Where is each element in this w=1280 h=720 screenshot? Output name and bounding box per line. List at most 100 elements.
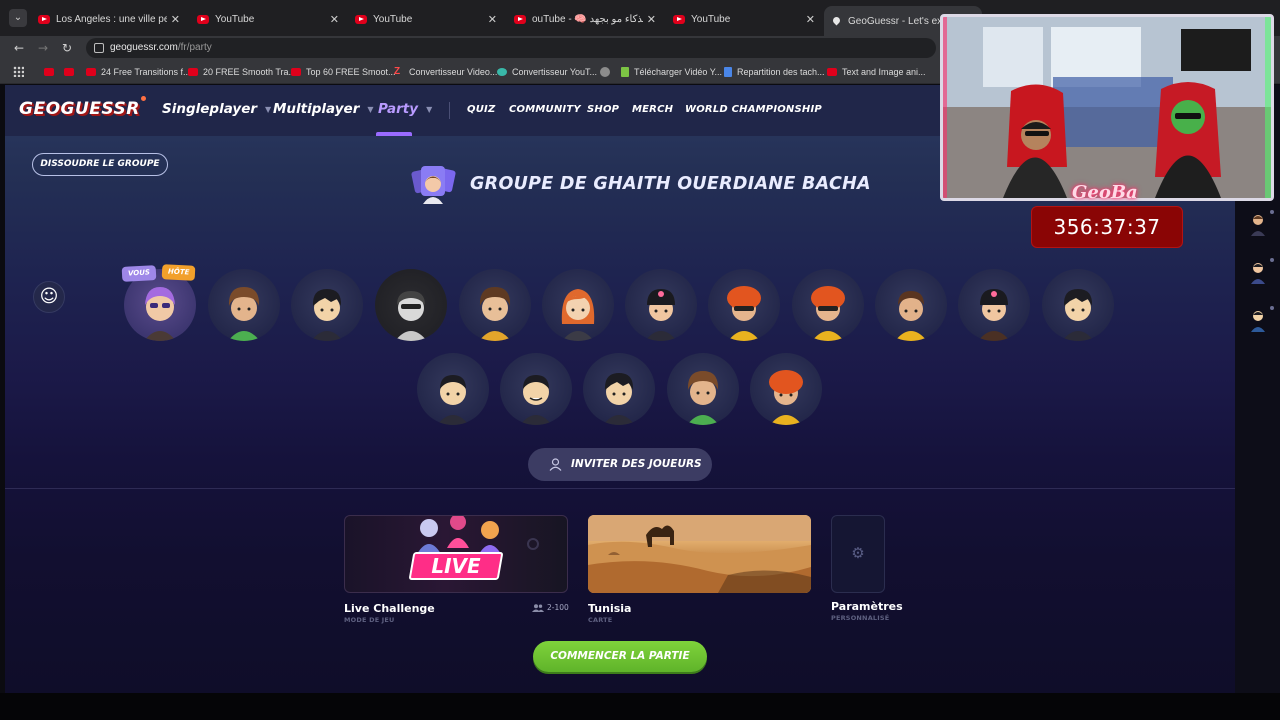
stream-timer: 356:37:37 [1031,206,1183,248]
back-arrow-icon[interactable]: ← [10,39,28,57]
nav-quiz[interactable]: QUIZ [467,104,495,115]
avatar-brown-hair-yellow-shirt [479,287,511,341]
player-avatar[interactable] [291,269,363,341]
youtube-icon [188,68,198,76]
player-avatar[interactable] [750,353,822,425]
invite-players-button[interactable]: INVITER DES JOUEURS [528,448,712,481]
bookmark-globe[interactable] [600,65,615,79]
webcam-feed-image [943,17,1271,198]
reload-icon[interactable]: ↻ [58,39,76,57]
player-avatar[interactable] [958,269,1030,341]
browser-tab[interactable]: YouTube ✕ [189,6,347,32]
geoguessr-pin-icon [832,17,842,26]
player-avatar[interactable] [500,353,572,425]
geoguessr-logo[interactable]: GEOGUESSR [19,96,146,119]
tab-search-chevron-icon[interactable]: ⌄ [9,9,27,27]
bookmark-item[interactable]: Top 60 FREE Smoot... [291,65,396,79]
mini-avatar[interactable] [1248,308,1268,332]
nav-shop[interactable]: SHOP [587,104,619,115]
map-title: Tunisia [588,602,632,615]
browser-tab[interactable]: YouTube ✕ [665,6,823,32]
nav-world-championship[interactable]: WORLD CHAMPIONSHIP [685,104,822,115]
map-card[interactable] [588,515,811,593]
user-add-icon [549,458,562,471]
close-icon[interactable]: ✕ [330,13,339,26]
youtube-icon [86,68,96,76]
close-icon[interactable]: ✕ [171,13,180,26]
mini-avatar[interactable] [1248,212,1268,236]
close-icon[interactable]: ✕ [488,13,497,26]
game-mode-subtitle: MODE DE JEU [344,616,395,624]
bookmark-label: Télécharger Vidéo Y... [634,67,723,77]
live-badge-text: LIVE [431,554,481,578]
avatar-black-hair-dark-shirt [1062,289,1094,341]
player-avatar[interactable] [375,269,447,341]
bottom-black-bar [0,693,1280,720]
nav-merch[interactable]: MERCH [632,104,673,115]
player-avatar[interactable] [792,269,864,341]
player-avatar[interactable] [208,269,280,341]
player-avatar[interactable] [417,353,489,425]
nav-party[interactable]: Party ▼ [378,101,432,117]
avatar-black-hair-dark-shirt [603,373,635,425]
player-avatar[interactable] [875,269,947,341]
bookmark-label: Convertisseur Video... [409,67,498,77]
game-mode-card[interactable]: LIVE [344,515,568,593]
url-host: geoguessr.com [110,42,178,53]
player-avatar[interactable] [667,353,739,425]
chevron-down-icon: ▼ [265,104,272,114]
settings-card[interactable]: ⚙ [831,515,885,593]
bookmark-item[interactable]: 20 FREE Smooth Tra... [188,65,296,79]
bookmark-label: Convertisseur YouT... [512,67,598,77]
logo-text: GEOGUESSR [19,99,140,119]
url-field[interactable]: geoguessr.com/fr/party [86,38,936,58]
bookmark-item[interactable]: Text and Image ani... [827,65,926,79]
nav-singleplayer[interactable]: Singleplayer ▼ [162,101,271,117]
player-avatar[interactable] [542,269,614,341]
apps-grid-icon[interactable] [13,66,24,77]
avatar-grey-sunglasses [395,291,427,341]
avatar-curly-brown-green-shirt [228,287,260,341]
tab-title: YouTube [373,13,413,25]
nav-community[interactable]: COMMUNITY [509,104,581,115]
start-game-button[interactable]: COMMENCER LA PARTIE [533,641,707,672]
bookmark-item[interactable]: Z Convertisseur Video... [394,65,497,79]
converter-icon [497,68,507,76]
browser-tab[interactable]: ouTube - 🧠 اعمل بذكاء مو بجهد ✕ [506,6,664,32]
player-avatar[interactable] [1042,269,1114,341]
dissolve-group-button[interactable]: DISSOUDRE LE GROUPE [32,153,168,176]
logo-dot [140,96,146,101]
forward-arrow-icon[interactable]: → [34,39,52,57]
bookmark-label: Text and Image ani... [842,67,926,77]
nav-multiplayer[interactable]: Multiplayer ▼ [273,101,374,117]
active-tab-indicator [376,132,412,136]
bookmark-item[interactable]: Repartition des tach... [724,65,825,79]
player-avatar[interactable] [459,269,531,341]
bookmark-item[interactable]: Télécharger Vidéo Y... [621,65,722,79]
avatar-black-hair-dark-shirt [311,289,343,341]
close-icon[interactable]: ✕ [647,13,656,26]
browser-tab[interactable]: YouTube ✕ [347,6,505,32]
bookmark-youtube[interactable] [64,65,79,79]
close-icon[interactable]: ✕ [806,13,815,26]
avatar-orange-afro-yellow-shirt [769,370,803,425]
tab-title: ouTube - 🧠 اعمل بذكاء مو بجهد [532,13,643,25]
avatar-black-cap-heart [645,289,677,341]
bookmark-label: Top 60 FREE Smoot... [306,67,396,77]
bookmark-item[interactable]: Convertisseur YouT... [497,65,597,79]
bookmark-item[interactable]: 24 Free Transitions f... [86,65,191,79]
site-info-icon[interactable] [94,43,104,53]
browser-tab[interactable]: Los Angeles : une ville peuplée ✕ [30,6,188,32]
youtube-icon [38,14,50,24]
smiley-icon: ☺ [39,286,59,307]
player-avatar[interactable] [583,353,655,425]
emoji-reaction-button[interactable]: ☺ [33,281,65,313]
mini-avatar[interactable] [1248,260,1268,284]
tunisia-desert-image [588,515,811,593]
nav-divider [449,102,450,119]
youtube-icon [64,68,74,76]
url-path: /fr/party [177,42,212,53]
player-avatar[interactable] [625,269,697,341]
bookmark-youtube[interactable] [44,65,59,79]
player-avatar[interactable] [708,269,780,341]
